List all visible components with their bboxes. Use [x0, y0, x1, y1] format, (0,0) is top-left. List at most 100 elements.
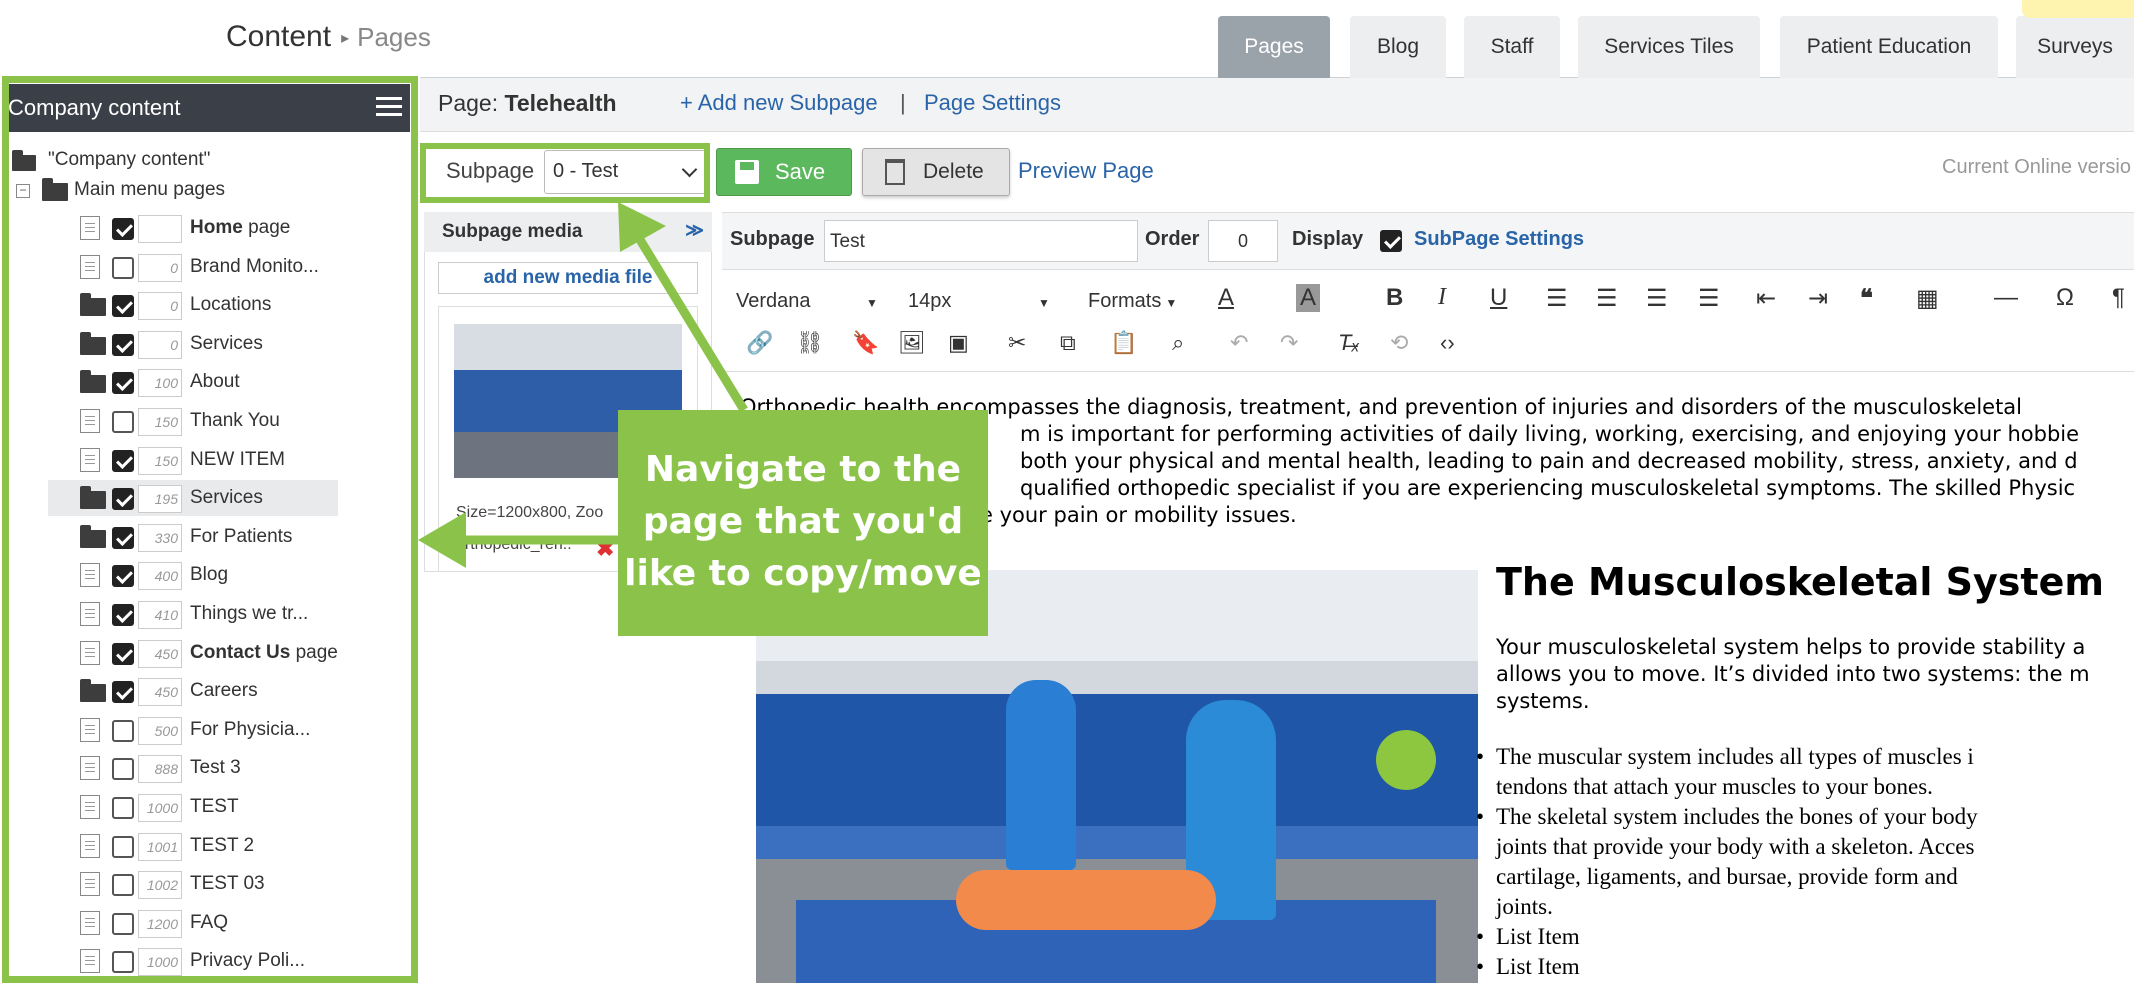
underline-icon[interactable]: U	[1490, 284, 1507, 312]
order-field[interactable]: 150	[138, 408, 182, 436]
order-field[interactable]: 450	[138, 639, 182, 668]
delete-button[interactable]: Delete	[862, 148, 1010, 196]
tab-staff[interactable]: Staff	[1464, 16, 1560, 78]
sidebar-item[interactable]: 150 Thank You	[0, 403, 420, 439]
sidebar-item[interactable]: 1002 TEST 03	[0, 866, 420, 902]
visibility-checkbox[interactable]	[112, 719, 134, 742]
sidebar-item[interactable]: 330 For Patients	[0, 519, 420, 555]
sidebar-item[interactable]: 1001 TEST 2	[0, 828, 420, 864]
tab-surveys[interactable]: Surveys	[2016, 16, 2134, 78]
subpage-settings-link[interactable]: SubPage Settings	[1414, 228, 1584, 251]
align-justify-icon[interactable]: ☰	[1698, 284, 1720, 313]
media-icon[interactable]: ▣	[948, 330, 969, 356]
paragraph-icon[interactable]: ¶	[2112, 284, 2125, 312]
visibility-checkbox[interactable]	[112, 642, 134, 665]
cut-icon[interactable]: ✂	[1008, 330, 1026, 356]
visibility-checkbox[interactable]	[112, 951, 134, 974]
preview-page-link[interactable]: Preview Page	[1018, 158, 1154, 184]
bookmark-icon[interactable]: 🔖	[852, 330, 879, 356]
sidebar-item[interactable]: 100 About	[0, 364, 420, 400]
add-media-button[interactable]: add new media file	[438, 262, 698, 294]
order-field[interactable]: 0	[138, 253, 182, 282]
visibility-checkbox[interactable]	[112, 565, 134, 588]
order-field[interactable]: 150	[138, 446, 182, 475]
visibility-checkbox[interactable]	[112, 604, 134, 626]
sidebar-item[interactable]: Home page	[0, 210, 420, 246]
visibility-checkbox[interactable]	[112, 874, 134, 897]
order-field[interactable]: 1002	[138, 871, 182, 900]
visibility-checkbox[interactable]	[112, 372, 134, 395]
copy-icon[interactable]: ⧉	[1060, 330, 1076, 356]
order-field[interactable]	[138, 215, 182, 243]
order-field[interactable]: 450	[138, 678, 182, 707]
sidebar-item[interactable]: 1000 TEST	[0, 789, 420, 825]
double-chevron-icon[interactable]: ≫	[685, 220, 704, 241]
bold-icon[interactable]: B	[1386, 284, 1403, 312]
image-icon[interactable]: 🖼	[898, 330, 926, 356]
order-field[interactable]: 330	[138, 523, 182, 552]
redo-icon[interactable]: ↷	[1280, 330, 1298, 356]
order-field[interactable]: 500	[138, 716, 182, 745]
sidebar-item[interactable]: 150 NEW ITEM	[0, 442, 420, 478]
sidebar-item[interactable]: 500 For Physicia...	[0, 712, 420, 748]
breadcrumb-content[interactable]: Content	[226, 20, 331, 53]
collapse-icon[interactable]: −	[16, 184, 30, 198]
visibility-checkbox[interactable]	[112, 835, 134, 858]
font-family-select[interactable]: Verdana ▼	[736, 290, 878, 313]
order-field[interactable]: 0	[138, 330, 182, 359]
tab-pages[interactable]: Pages	[1218, 16, 1330, 78]
sidebar-item[interactable]: 400 Blog	[0, 557, 420, 593]
order-field[interactable]: 195	[138, 485, 182, 514]
visibility-checkbox[interactable]	[112, 411, 134, 433]
order-field[interactable]: 1000	[138, 948, 182, 977]
font-size-select[interactable]: 14px ▼	[908, 290, 1050, 313]
align-right-icon[interactable]: ☰	[1646, 284, 1668, 313]
sidebar-item[interactable]: 410 Things we tr...	[0, 596, 420, 632]
sidebar-item[interactable]: 888 Test 3	[0, 750, 420, 786]
paste-icon[interactable]: 📋	[1110, 330, 1137, 356]
tree-group[interactable]: − Main menu pages	[0, 172, 420, 208]
visibility-checkbox[interactable]	[112, 681, 134, 704]
online-version-label[interactable]: Current Online versio	[1942, 156, 2131, 179]
horizontal-rule-icon[interactable]: —	[1994, 284, 2018, 312]
subpage-name-input[interactable]: Test	[824, 220, 1138, 262]
sidebar-item[interactable]: 1000 Privacy Poli...	[0, 943, 420, 979]
align-left-icon[interactable]: ☰	[1546, 284, 1568, 313]
visibility-checkbox[interactable]	[112, 295, 134, 318]
order-field[interactable]: 1000	[138, 794, 182, 822]
save-button[interactable]: Save	[716, 148, 852, 196]
find-replace-icon[interactable]: ⌕	[1172, 330, 1184, 356]
visibility-checkbox[interactable]	[112, 488, 134, 511]
background-color-icon[interactable]: A	[1296, 284, 1321, 312]
sidebar-item[interactable]: 0 Brand Monito...	[0, 249, 420, 285]
visibility-checkbox[interactable]	[112, 912, 134, 935]
order-field[interactable]: 410	[138, 601, 182, 629]
order-field[interactable]: 100	[138, 369, 182, 398]
sidebar-item[interactable]: 1200 FAQ	[0, 905, 420, 941]
hamburger-menu-icon[interactable]	[376, 92, 402, 122]
visibility-checkbox[interactable]	[112, 797, 134, 819]
clear-formatting-icon[interactable]: T̶ₓ	[1338, 330, 1360, 356]
order-input[interactable]: 0	[1208, 220, 1278, 262]
notification-tab[interactable]	[2022, 0, 2134, 18]
tab-patient-education[interactable]: Patient Education	[1780, 16, 1998, 78]
restore-draft-icon[interactable]: ⟲	[1390, 330, 1408, 356]
text-color-icon[interactable]: A	[1218, 284, 1234, 312]
sidebar-item[interactable]: 450 Careers	[0, 673, 420, 709]
indent-icon[interactable]: ⇥	[1808, 284, 1828, 313]
order-field[interactable]: 1001	[138, 832, 182, 861]
tab-blog[interactable]: Blog	[1350, 16, 1446, 78]
undo-icon[interactable]: ↶	[1230, 330, 1248, 356]
sidebar-item[interactable]: 195 Services	[48, 480, 338, 517]
visibility-checkbox[interactable]	[112, 218, 134, 240]
italic-icon[interactable]: I	[1438, 284, 1446, 311]
source-code-icon[interactable]: ‹›	[1440, 330, 1455, 356]
order-field[interactable]: 1200	[138, 909, 182, 938]
align-center-icon[interactable]: ☰	[1596, 284, 1618, 313]
delete-media-icon[interactable]: ✖	[596, 536, 614, 562]
order-field[interactable]: 400	[138, 562, 182, 591]
sidebar-item[interactable]: 0 Services	[0, 326, 420, 362]
visibility-checkbox[interactable]	[112, 449, 134, 472]
visibility-checkbox[interactable]	[112, 526, 134, 549]
order-field[interactable]: 888	[138, 755, 182, 784]
